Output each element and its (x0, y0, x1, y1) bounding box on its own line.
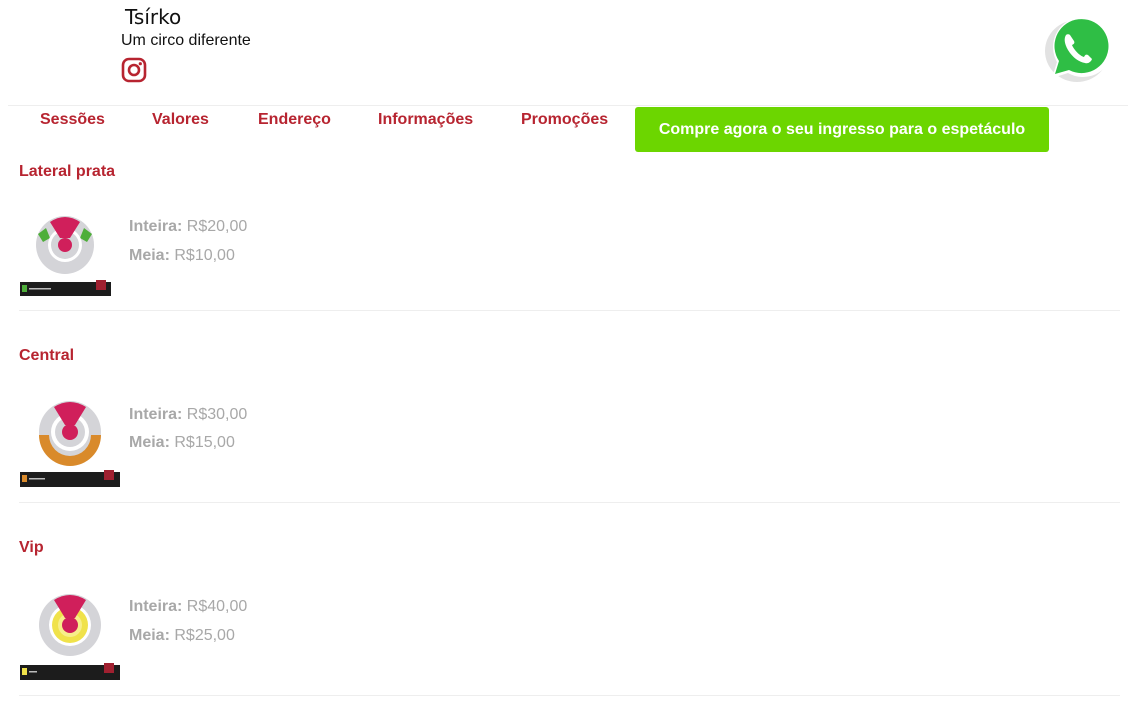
meia-label: Meia: (129, 627, 170, 644)
inteira-label: Inteira: (129, 406, 183, 423)
buy-ticket-button[interactable]: Compre agora o seu ingresso para o espet… (635, 107, 1049, 152)
site-header: Tsírko Um circo diferente (0, 0, 1137, 106)
vip-inteira: Inteira: R$40,00 (129, 598, 247, 616)
inteira-value: R$20,00 (186, 218, 248, 235)
section-title-vip: Vip (19, 539, 44, 556)
meia-value: R$10,00 (174, 247, 235, 264)
section-title-lateral-prata: Lateral prata (19, 163, 116, 180)
whatsapp-icon[interactable] (1040, 12, 1112, 84)
lateral-prata-meia: Meia: R$10,00 (129, 247, 235, 265)
nav-valores[interactable]: Valores (152, 111, 209, 129)
nav-promocoes[interactable]: Promoções (521, 111, 608, 129)
section-divider (19, 502, 1120, 503)
brand-title: Tsírko (125, 5, 182, 29)
vip-seat-map (20, 594, 120, 680)
section-divider (19, 310, 1120, 311)
section-divider (19, 695, 1120, 696)
inteira-value: R$30,00 (186, 406, 248, 423)
central-seat-map (20, 401, 120, 487)
nav-informacoes[interactable]: Informações (378, 111, 473, 129)
central-inteira: Inteira: R$30,00 (129, 406, 247, 424)
lateral-prata-inteira: Inteira: R$20,00 (129, 218, 247, 236)
meia-label: Meia: (129, 247, 170, 264)
header-divider (8, 105, 1128, 106)
meia-label: Meia: (129, 434, 170, 451)
instagram-icon[interactable] (120, 56, 148, 84)
section-title-central: Central (19, 347, 75, 364)
nav-endereco[interactable]: Endereço (258, 111, 331, 129)
inteira-label: Inteira: (129, 218, 183, 235)
central-meia: Meia: R$15,00 (129, 434, 235, 452)
meia-value: R$25,00 (174, 627, 235, 644)
nav-sessoes[interactable]: Sessões (40, 111, 105, 129)
vip-meia: Meia: R$25,00 (129, 627, 235, 645)
meia-value: R$15,00 (174, 434, 235, 451)
brand-subtitle: Um circo diferente (121, 32, 251, 49)
inteira-label: Inteira: (129, 598, 183, 615)
lateral-prata-seat-map (20, 216, 111, 296)
inteira-value: R$40,00 (186, 598, 248, 615)
